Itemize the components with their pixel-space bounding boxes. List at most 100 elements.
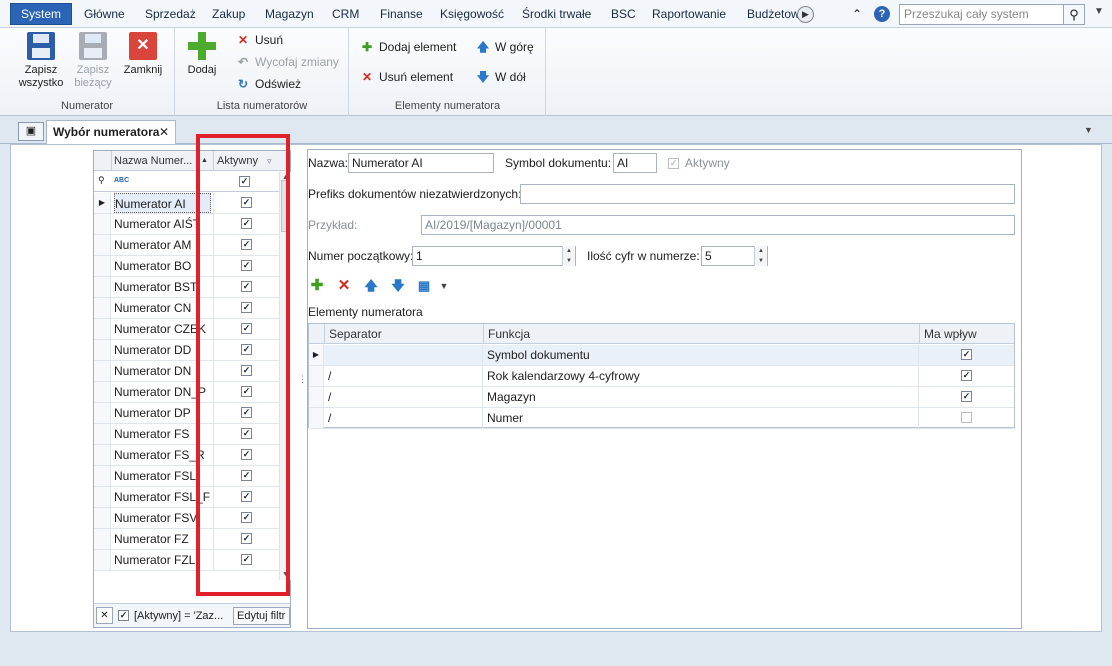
start-number-field[interactable]: 1 <box>412 246 576 266</box>
undo-changes-button[interactable]: ↶ Wycofaj zmiany <box>236 53 339 71</box>
row-indicator: ▶ <box>94 193 111 213</box>
delete-element-label: Usuń element <box>379 70 454 84</box>
function-cell[interactable]: Numer <box>483 408 919 428</box>
digits-stepper[interactable]: ▲ ▼ <box>754 246 767 266</box>
delete-button[interactable]: ✕ Usuń <box>236 31 283 49</box>
search-options-chevron-icon[interactable]: ▼ <box>1090 6 1108 22</box>
header-indicator <box>309 324 324 344</box>
menu-tab-srodki-trwale[interactable]: Środki trwałe <box>512 0 601 28</box>
table-row[interactable]: / Magazyn ✓ <box>309 387 1014 408</box>
pin-icon: ⚲ <box>98 175 105 185</box>
delete-x-icon: ✕ <box>237 33 249 47</box>
row-indicator <box>94 508 111 528</box>
close-label: Zamknij <box>123 64 163 76</box>
refresh-button[interactable]: ↻ Odśwież <box>236 75 301 93</box>
arrow-up-icon: 🡅 <box>476 40 490 54</box>
table-row[interactable]: / Rok kalendarzowy 4-cyfrowy ✓ <box>309 366 1014 387</box>
row-indicator <box>94 298 111 318</box>
row-indicator <box>309 408 324 428</box>
separator-cell[interactable]: / <box>324 408 483 428</box>
row-indicator <box>94 403 111 423</box>
arrow-down-icon: 🡇 <box>476 70 490 84</box>
text-filter-icon[interactable]: ABC <box>114 177 129 184</box>
function-cell[interactable]: Symbol dokumentu <box>483 345 919 365</box>
tab-list-chevron-down-icon[interactable]: ▼ <box>1084 125 1093 135</box>
row-indicator <box>94 382 111 402</box>
influence-checkbox[interactable] <box>961 412 972 423</box>
influence-checkbox[interactable]: ✓ <box>961 349 972 360</box>
move-down-label: W dół <box>495 70 526 84</box>
influence-checkbox[interactable]: ✓ <box>961 370 972 381</box>
filter-footer: ✕ ✓ [Aktywny] = 'Zaz... Edytuj filtr <box>94 603 290 627</box>
save-all-button[interactable]: Zapisz wszystko <box>14 32 68 90</box>
menu-tab-finanse[interactable]: Finanse <box>370 0 433 28</box>
row-indicator <box>94 487 111 507</box>
filter-expression: [Aktywny] = 'Zaz... <box>134 610 224 622</box>
delete-element-icon[interactable]: ✕ <box>335 277 353 295</box>
influence-checkbox[interactable]: ✓ <box>961 391 972 402</box>
tab-wybor-numeratora[interactable]: Wybór numeratora ✕ <box>46 120 176 144</box>
main-workspace: Nazwa Numer... ▲ Aktywny ▿ ⚲ ABC ✓ ▶ Nume… <box>10 144 1102 632</box>
digits-label: Ilość cyfr w numerze: <box>587 249 700 263</box>
menu-tab-crm[interactable]: CRM <box>322 0 369 28</box>
grid-options-chevron-down-icon[interactable]: ▼ <box>435 277 453 295</box>
row-indicator <box>309 366 324 386</box>
elements-section-label: Elementy numeratora <box>308 305 423 319</box>
table-row[interactable]: / Numer <box>309 408 1014 429</box>
column-header-influence[interactable]: Ma wpływ <box>919 324 1014 344</box>
function-cell[interactable]: Rok kalendarzowy 4-cyfrowy <box>483 366 919 386</box>
separator-cell[interactable] <box>324 345 483 365</box>
close-tab-icon[interactable]: ✕ <box>159 121 169 144</box>
add-element-button[interactable]: ✚ Dodaj element <box>360 38 456 56</box>
move-up-icon[interactable]: 🡅 <box>362 277 380 295</box>
add-button[interactable]: Dodaj <box>182 32 222 77</box>
menu-tab-glowne[interactable]: Główne <box>74 0 135 28</box>
splitter-handle[interactable]: ⋮ <box>298 375 307 384</box>
menu-tab-sprzedaz[interactable]: Sprzedaż <box>135 0 206 28</box>
menu-scroll-right-icon[interactable]: ▶ <box>797 6 814 23</box>
menu-tab-system[interactable]: System <box>10 3 73 25</box>
clear-filter-icon[interactable]: ✕ <box>96 607 113 624</box>
grid-options-icon[interactable]: ▦ <box>415 277 433 295</box>
row-indicator <box>94 214 111 234</box>
edit-filter-button[interactable]: Edytuj filtr <box>233 607 290 625</box>
separator-cell[interactable]: / <box>324 387 483 407</box>
help-icon[interactable]: ? <box>874 6 890 22</box>
prefix-field[interactable] <box>520 184 1015 204</box>
add-element-label: Dodaj element <box>379 40 457 54</box>
close-button[interactable]: ✕ Zamknij <box>120 32 166 77</box>
ribbon-group-label: Elementy numeratora <box>394 100 501 112</box>
floppy-disk-icon <box>27 32 55 60</box>
monitor-icon[interactable]: ▣ <box>18 122 44 141</box>
active-checkbox[interactable]: ✓ <box>668 158 679 169</box>
menu-tab-raportowanie[interactable]: Raportowanie <box>642 0 736 28</box>
save-current-label: Zapisz bieżący <box>74 64 112 89</box>
table-row[interactable]: ▶ Symbol dokumentu ✓ <box>309 345 1014 366</box>
add-label: Dodaj <box>187 64 217 76</box>
search-input[interactable]: Przeszukaj cały system <box>899 4 1085 25</box>
active-column-highlight-frame <box>196 134 290 596</box>
move-down-icon[interactable]: 🡇 <box>389 277 407 295</box>
name-field[interactable]: Numerator AI <box>348 153 494 173</box>
column-header-function[interactable]: Funkcja <box>483 324 919 344</box>
menu-tab-bsc[interactable]: BSC <box>601 0 646 28</box>
symbol-field[interactable]: AI <box>613 153 657 173</box>
column-header-separator[interactable]: Separator <box>324 324 483 344</box>
delete-element-button[interactable]: ✕ Usuń element <box>360 68 453 86</box>
menu-tab-magazyn[interactable]: Magazyn <box>255 0 324 28</box>
function-cell[interactable]: Magazyn <box>483 387 919 407</box>
row-indicator <box>94 319 111 339</box>
search-icon[interactable]: ⚲ <box>1063 4 1085 25</box>
move-down-button[interactable]: 🡇 W dół <box>476 68 526 86</box>
menu-tab-ksiegowosc[interactable]: Księgowość <box>430 0 514 28</box>
start-number-stepper[interactable]: ▲ ▼ <box>562 246 575 266</box>
save-current-button[interactable]: Zapisz bieżący <box>70 32 116 90</box>
separator-cell[interactable]: / <box>324 366 483 386</box>
add-element-icon[interactable]: ✚ <box>308 277 326 295</box>
symbol-label: Symbol dokumentu: <box>505 156 612 170</box>
filter-enabled-checkbox[interactable]: ✓ <box>118 610 129 621</box>
move-up-button[interactable]: 🡅 W górę <box>476 38 534 56</box>
collapse-ribbon-icon[interactable]: ⌃ <box>849 6 865 22</box>
menu-tab-zakup[interactable]: Zakup <box>202 0 255 28</box>
refresh-label: Odśwież <box>255 77 302 91</box>
